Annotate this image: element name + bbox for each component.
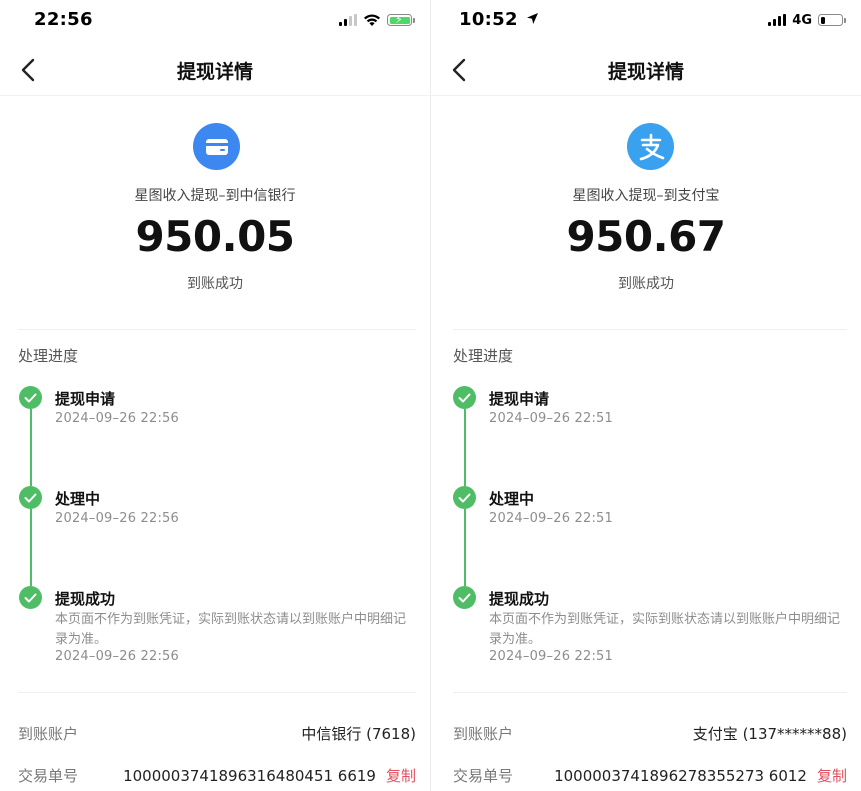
- order-row: 1000003741896316480451 6619 复制: [123, 765, 416, 786]
- step-time: 2024–09–26 22:51: [489, 411, 613, 426]
- order-value: 1000003741896278355273 6012: [554, 767, 807, 785]
- withdraw-detail-screen-bank: 22:56 ⚡ 提现详情 星图收入提现–到中信银行 950.05 到账成功 处理…: [0, 0, 430, 791]
- step-check-icon: [453, 486, 476, 509]
- status-bar: 22:56 ⚡: [0, 0, 430, 40]
- status-time: 22:56: [34, 9, 93, 30]
- signal-icon: [339, 14, 357, 26]
- timeline-connector: [464, 409, 466, 486]
- copy-button[interactable]: 复制: [817, 767, 847, 785]
- account-label: 到账账户: [453, 725, 514, 743]
- step-note: 本页面不作为到账凭证，实际到账状态请以到账账户中明细记录为准。: [489, 612, 841, 647]
- account-value: 中信银行 (7618): [301, 725, 416, 743]
- signal-icon: [768, 14, 787, 26]
- step-title: 提现申请: [55, 390, 116, 408]
- step-time: 2024–09–26 22:51: [489, 649, 613, 664]
- progress-section-title: 处理进度: [18, 347, 79, 365]
- step-time: 2024–09–26 22:51: [489, 511, 613, 526]
- withdraw-description: 星图收入提现–到支付宝: [572, 188, 720, 204]
- step-check-icon: [453, 386, 476, 409]
- bank-card-icon: [193, 123, 240, 170]
- withdraw-state: 到账成功: [618, 276, 674, 292]
- order-label: 交易单号: [18, 767, 79, 785]
- step-title: 提现申请: [489, 390, 550, 408]
- status-icons: ⚡: [339, 11, 415, 29]
- alipay-icon: [627, 123, 674, 170]
- nav-bar: 提现详情: [431, 44, 861, 96]
- step-time: 2024–09–26 22:56: [55, 649, 179, 664]
- step-check-icon: [19, 486, 42, 509]
- account-value: 支付宝 (137******88): [692, 725, 847, 743]
- step-title: 处理中: [489, 490, 535, 508]
- order-label: 交易单号: [453, 767, 514, 785]
- timeline-connector: [30, 409, 32, 486]
- divider: [18, 692, 416, 693]
- step-check-icon: [19, 386, 42, 409]
- wifi-icon: [364, 14, 380, 26]
- page-title: 提现详情: [607, 61, 684, 83]
- network-type: 4G: [792, 12, 812, 28]
- step-check-icon: [453, 586, 476, 609]
- step-title: 提现成功: [55, 590, 116, 608]
- status-bar: 10:52 4G: [431, 0, 861, 40]
- withdraw-detail-screen-alipay: 10:52 4G 提现详情 星图收入提现–到支付宝 950.67 到账成功 处理…: [431, 0, 861, 791]
- order-value: 1000003741896316480451 6619: [123, 767, 376, 785]
- battery-icon: [818, 14, 846, 26]
- status-icons: 4G: [768, 11, 846, 29]
- withdraw-amount: 950.05: [135, 212, 295, 261]
- progress-section-title: 处理进度: [453, 347, 514, 365]
- withdraw-description: 星图收入提现–到中信银行: [134, 188, 296, 204]
- step-title: 处理中: [55, 490, 101, 508]
- withdraw-state: 到账成功: [187, 276, 243, 292]
- step-time: 2024–09–26 22:56: [55, 511, 179, 526]
- page-title: 提现详情: [176, 61, 253, 83]
- step-check-icon: [19, 586, 42, 609]
- account-label: 到账账户: [18, 725, 79, 743]
- status-time-text: 10:52: [459, 9, 518, 30]
- location-arrow-icon: [527, 13, 539, 24]
- timeline-connector: [30, 509, 32, 586]
- order-row: 1000003741896278355273 6012 复制: [554, 765, 847, 786]
- divider: [453, 329, 847, 330]
- divider: [453, 692, 847, 693]
- copy-button[interactable]: 复制: [386, 767, 416, 785]
- step-time: 2024–09–26 22:56: [55, 411, 179, 426]
- step-title: 提现成功: [489, 590, 550, 608]
- withdraw-amount: 950.67: [566, 212, 726, 261]
- step-note: 本页面不作为到账凭证，实际到账状态请以到账账户中明细记录为准。: [55, 612, 407, 647]
- status-time: 10:52: [459, 9, 539, 30]
- divider: [18, 329, 416, 330]
- battery-charging-icon: ⚡: [387, 13, 415, 26]
- timeline-connector: [464, 509, 466, 586]
- nav-bar: 提现详情: [0, 44, 430, 96]
